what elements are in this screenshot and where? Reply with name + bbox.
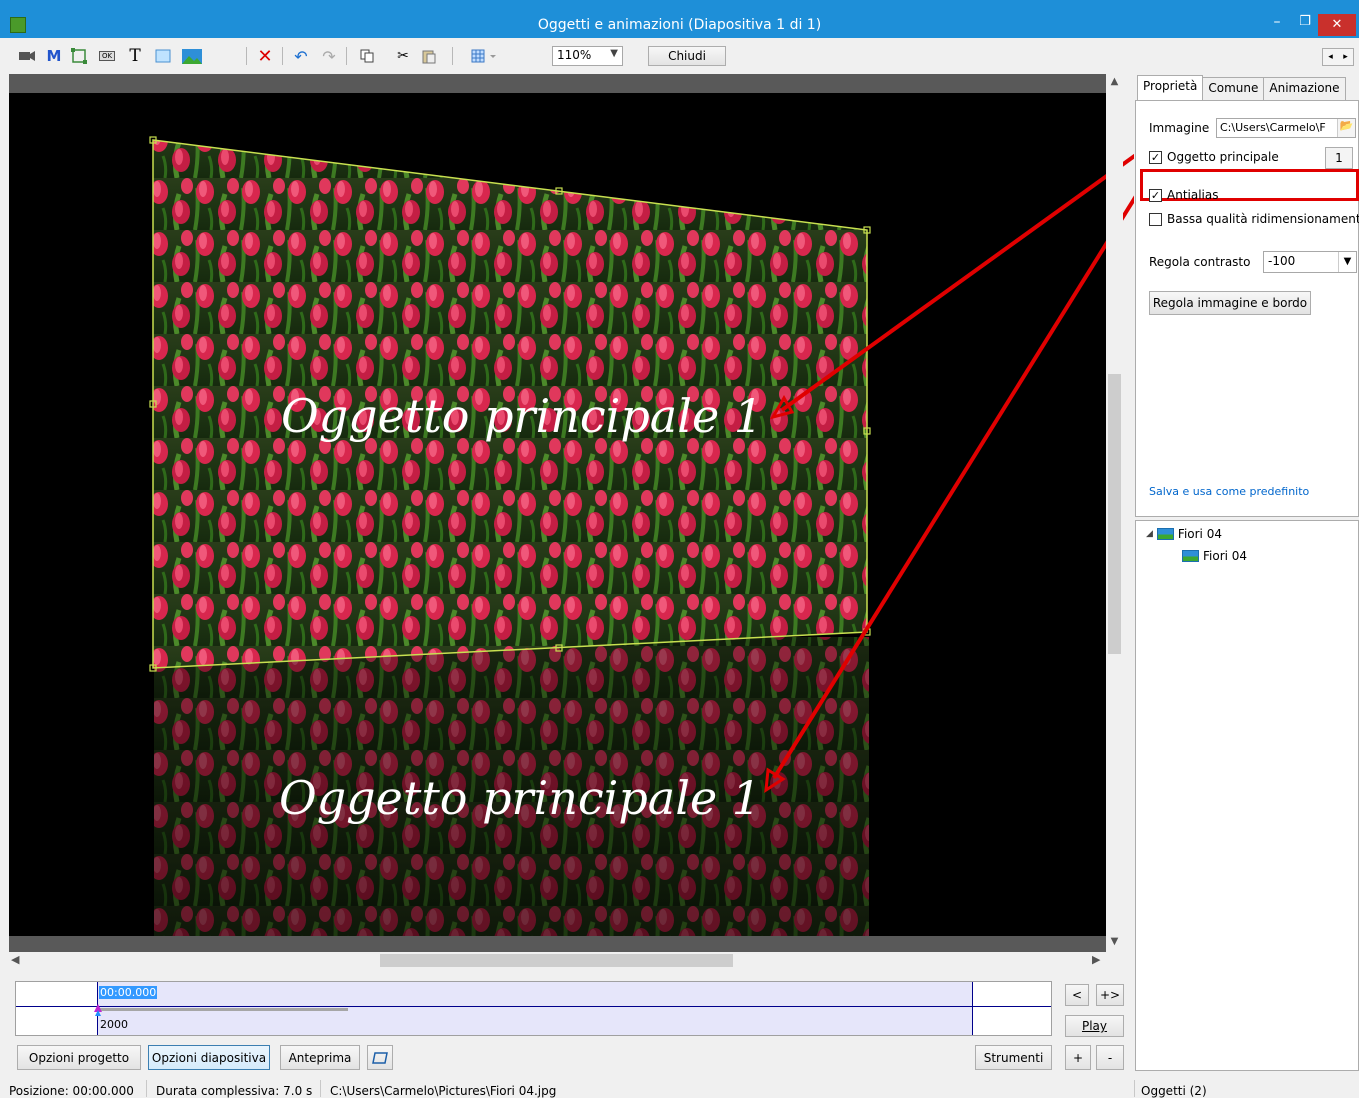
arrowhead-bottom <box>764 767 786 793</box>
tree-item-label: Fiori 04 <box>1203 549 1248 563</box>
image-icon <box>1182 550 1199 562</box>
status-separator <box>1134 1080 1135 1097</box>
antialias-checkbox[interactable]: ✓ <box>1149 189 1162 202</box>
contrast-select[interactable]: -100 ▼ <box>1263 251 1357 273</box>
status-objects-count: Oggetti (2) <box>1141 1084 1207 1098</box>
chevron-down-icon: ▼ <box>1338 252 1356 272</box>
status-total-duration: Durata complessiva: 7.0 s <box>156 1084 313 1098</box>
status-separator <box>146 1080 147 1097</box>
parallelogram-icon <box>372 1051 388 1064</box>
tab-animation[interactable]: Animazione <box>1263 77 1346 101</box>
expand-icon[interactable]: ◢ <box>1146 529 1153 539</box>
image-label: Immagine <box>1149 121 1210 135</box>
timeline-divider <box>16 1006 1051 1007</box>
tools-button[interactable]: Strumenti <box>975 1045 1052 1070</box>
timeline[interactable]: 00:00.000 2000 <box>15 981 1052 1036</box>
image-path-value: C:\Users\Carmelo\F <box>1220 121 1326 134</box>
tree-item-child[interactable]: Fiori 04 <box>1182 549 1247 563</box>
scroll-left-icon[interactable]: ◀ <box>11 953 19 966</box>
vertical-scrollbar[interactable]: ▲ ▼ <box>1106 74 1123 952</box>
play-button[interactable]: Play <box>1065 1015 1124 1037</box>
add-button[interactable]: + <box>1065 1045 1091 1070</box>
scroll-up-icon[interactable]: ▲ <box>1106 76 1123 87</box>
timeline-progress-bar <box>100 1008 348 1011</box>
low-quality-checkbox[interactable] <box>1149 213 1162 226</box>
horizontal-scrollbar[interactable]: ◀ ▶ <box>9 952 1106 969</box>
tree-item-root[interactable]: ◢ Fiori 04 <box>1146 527 1222 541</box>
remove-button[interactable]: - <box>1096 1045 1124 1070</box>
contrast-value: -100 <box>1268 254 1296 268</box>
properties-content: Immagine C:\Users\Carmelo\F 📂 ✓ Oggetto … <box>1135 100 1359 517</box>
object-tree: ◢ Fiori 04 Fiori 04 <box>1135 520 1359 1071</box>
status-separator <box>320 1080 321 1097</box>
project-options-button[interactable]: Opzioni progetto <box>17 1045 141 1070</box>
slide-options-button[interactable]: Opzioni diapositiva <box>148 1045 270 1070</box>
arrow-to-top-caption <box>780 150 1142 412</box>
folder-open-icon[interactable]: 📂 <box>1337 119 1355 137</box>
tab-properties[interactable]: Proprietà <box>1137 75 1204 101</box>
image-icon <box>1156 528 1174 540</box>
image-path-field[interactable]: C:\Users\Carmelo\F 📂 <box>1216 118 1356 138</box>
keyframe-marker-icon[interactable] <box>95 1010 101 1016</box>
slide-icon-button[interactable] <box>367 1045 393 1070</box>
properties-panel: Proprietà Comune Animazione Immagine C:\… <box>1134 74 1359 1071</box>
status-bar: Posizione: 00:00.000 Durata complessiva:… <box>0 1080 1359 1098</box>
tree-item-label: Fiori 04 <box>1177 527 1222 541</box>
main-object-label: Oggetto principale <box>1167 150 1279 164</box>
timeline-expand-button[interactable]: +> <box>1096 984 1124 1006</box>
preview-button[interactable]: Anteprima <box>280 1045 360 1070</box>
timeline-duration: 2000 <box>100 1018 128 1031</box>
main-object-checkbox[interactable]: ✓ <box>1149 151 1162 164</box>
tab-common[interactable]: Comune <box>1202 77 1265 101</box>
save-default-link[interactable]: Salva e usa come predefinito <box>1149 485 1309 498</box>
timeline-prev-button[interactable]: < <box>1065 984 1089 1006</box>
timeline-current-time: 00:00.000 <box>99 986 158 999</box>
contrast-label: Regola contrasto <box>1149 255 1251 269</box>
scroll-thumb[interactable] <box>1108 374 1121 654</box>
scroll-thumb[interactable] <box>380 954 733 967</box>
adjust-image-border-button[interactable]: Regola immagine e bordo <box>1149 291 1311 315</box>
status-file-path: C:\Users\Carmelo\Pictures\Fiori 04.jpg <box>330 1084 557 1098</box>
scroll-down-icon[interactable]: ▼ <box>1106 936 1123 947</box>
arrow-to-bottom-caption <box>772 178 1148 780</box>
status-position: Posizione: 00:00.000 <box>9 1084 134 1098</box>
antialias-label: Antialias <box>1167 188 1219 202</box>
scroll-right-icon[interactable]: ▶ <box>1092 953 1100 966</box>
main-object-number[interactable]: 1 <box>1325 147 1353 169</box>
panel-tabs: Proprietà Comune Animazione <box>1137 75 1346 101</box>
low-quality-label: Bassa qualità ridimensionamento <box>1167 212 1359 226</box>
